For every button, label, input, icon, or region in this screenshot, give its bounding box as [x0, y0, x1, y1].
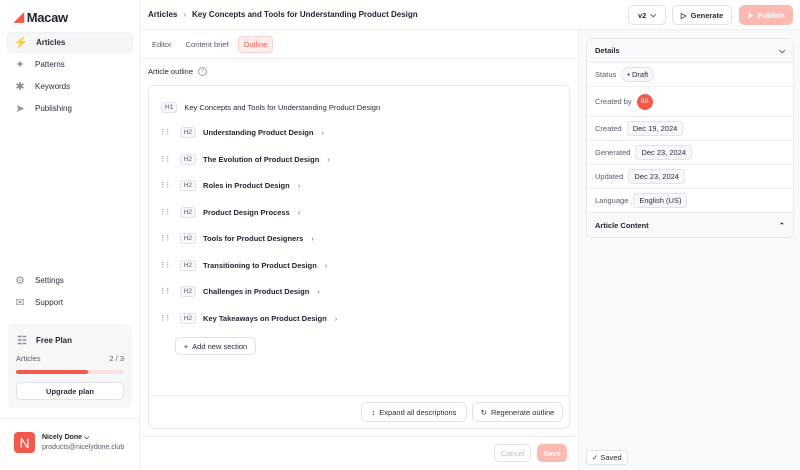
drag-handle-icon[interactable]: ⠇⠇: [161, 287, 172, 296]
gear-icon: ⚙: [15, 275, 25, 287]
bolt-icon: ⚡: [14, 37, 28, 49]
add-section-button[interactable]: + Add new section: [175, 337, 256, 355]
avatar: N: [14, 432, 35, 453]
refresh-icon: ↻: [480, 407, 487, 417]
drag-handle-icon[interactable]: ⠇⠇: [161, 181, 172, 190]
drag-handle-icon[interactable]: ⠇⠇: [161, 128, 172, 137]
chevron-right-icon[interactable]: ›: [327, 155, 330, 164]
drag-handle-icon[interactable]: ⠇⠇: [161, 261, 172, 270]
upgrade-plan-button[interactable]: Upgrade plan: [16, 382, 124, 400]
updated-row: Updated Dec 23, 2024: [587, 165, 793, 189]
chevron-down-icon: ⌵: [779, 45, 785, 55]
outline-section[interactable]: ⠇⠇ H2 Transitioning to Product Design ›: [161, 259, 328, 271]
drag-handle-icon[interactable]: ⠇⠇: [161, 155, 172, 164]
drag-handle-icon[interactable]: ⠇⠇: [161, 314, 172, 323]
help-icon[interactable]: ?: [198, 67, 208, 76]
tabs: Editor Content brief Outline: [141, 30, 578, 59]
outline-section[interactable]: ⠇⠇ H2 Product Design Process ›: [161, 206, 301, 218]
logo[interactable]: ◢ Macaw: [14, 9, 68, 25]
chevron-down-icon: ⌵: [84, 434, 90, 441]
tab-content-brief[interactable]: Content brief: [181, 37, 234, 52]
generated-row: Generated Dec 23, 2024: [587, 141, 793, 165]
sidebar-item-patterns[interactable]: ✦ Patterns: [7, 54, 133, 75]
chevron-right-icon[interactable]: ›: [335, 314, 338, 323]
sidebar: ◢ Macaw ⚡ Articles ✦ Patterns ✱ Keywords ➤ Pu…: [0, 0, 140, 470]
chevron-right-icon[interactable]: ›: [325, 261, 328, 270]
document-icon: ☷: [17, 334, 27, 347]
outline-section[interactable]: ⠇⠇ H2 Roles in Product Design ›: [161, 180, 300, 191]
send-icon: ➤: [15, 103, 25, 115]
expand-icon: ↕: [371, 407, 376, 417]
drag-handle-icon[interactable]: ⠇⠇: [161, 234, 172, 243]
chevron-down-icon: ⌵: [650, 10, 657, 19]
language-row: Language English (US): [587, 189, 793, 213]
sidebar-item-keywords[interactable]: ✱ Keywords: [7, 76, 133, 97]
article-content-header[interactable]: Article Content ⌃: [587, 213, 793, 237]
expand-descriptions-button[interactable]: ↕ Expand all descriptions: [361, 402, 467, 422]
outline-section[interactable]: ⠇⠇ H2 Tools for Product Designers ›: [161, 233, 314, 244]
plan-progress: [16, 370, 124, 374]
macaw-logo-icon: ◢: [14, 9, 24, 24]
user-menu[interactable]: N Nicely Done ⌵ products@nicelydone.club: [0, 418, 140, 453]
outline-section[interactable]: ⠇⠇ H2 Key Takeaways on Product Design ›: [161, 312, 338, 324]
details-header[interactable]: Details ⌵: [587, 39, 793, 63]
play-circle-icon: ▷: [680, 10, 687, 20]
support-icon: ✉: [15, 297, 25, 309]
outline-section[interactable]: ⠇⠇ H2 Challenges in Product Design ›: [161, 286, 320, 297]
chevron-right-icon[interactable]: ›: [317, 287, 320, 296]
generate-button[interactable]: ▷ Generate: [672, 5, 732, 25]
version-select[interactable]: v2 ⌵: [628, 5, 666, 25]
status-row: Status • Draft: [587, 63, 793, 87]
created-row: Created Dec 19, 2024: [587, 117, 793, 141]
sidebar-item-publishing[interactable]: ➤ Publishing: [7, 98, 133, 119]
created-by-row: Created by BB: [587, 87, 793, 117]
user-name: Nicely Done: [42, 434, 83, 441]
plan-usage-label: Articles: [16, 354, 41, 363]
outline-label: Article outline: [148, 67, 194, 76]
outline-card: H1 Key Concepts and Tools for Understandi…: [148, 85, 570, 429]
plan-usage-count: 2 / 3: [109, 354, 124, 363]
asterisk-icon: ✱: [15, 81, 25, 93]
main: Editor Content brief Outline Article out…: [141, 0, 578, 470]
plus-icon: +: [183, 341, 189, 351]
tab-editor[interactable]: Editor: [147, 37, 177, 52]
creator-avatar: BB: [636, 93, 653, 110]
chevron-up-icon: ⌃: [778, 220, 785, 230]
sidebar-item-settings[interactable]: ⚙ Settings: [7, 270, 133, 291]
status-badge: • Draft: [621, 67, 655, 82]
publish-button[interactable]: ➤ Publish: [739, 5, 793, 25]
regenerate-outline-button[interactable]: ↻ Regenerate outline: [472, 402, 563, 422]
tab-outline[interactable]: Outline: [237, 35, 274, 53]
plan-card: ☷ Free Plan Articles 2 / 3 Upgrade plan: [8, 324, 132, 408]
outline-h1[interactable]: H1 Key Concepts and Tools for Understandi…: [161, 102, 380, 113]
user-email: products@nicelydone.club: [42, 444, 125, 451]
chevron-right-icon[interactable]: ›: [298, 181, 301, 190]
chevron-right-icon[interactable]: ›: [311, 234, 314, 243]
outline-section[interactable]: ⠇⠇ H2 Understanding Product Design ›: [161, 127, 324, 138]
details-card: Details ⌵ Status • Draft Created by BB Crea…: [586, 38, 794, 238]
sidebar-item-support[interactable]: ✉ Support: [7, 292, 133, 313]
cancel-button[interactable]: Cancel: [494, 444, 531, 462]
sidebar-item-articles[interactable]: ⚡ Articles: [7, 32, 133, 53]
send-icon: ➤: [747, 10, 754, 20]
chevron-right-icon[interactable]: ›: [321, 128, 324, 137]
drag-handle-icon[interactable]: ⠇⠇: [161, 208, 172, 217]
saved-badge: ✓ Saved: [586, 450, 628, 465]
save-button[interactable]: Save: [537, 444, 567, 462]
details-panel: Details ⌵ Status • Draft Created by BB Crea…: [578, 30, 800, 470]
chevron-right-icon[interactable]: ›: [298, 208, 301, 217]
sparkles-icon: ✦: [15, 59, 25, 71]
outline-section[interactable]: ⠇⠇ H2 The Evolution of Product Design ›: [161, 153, 330, 165]
